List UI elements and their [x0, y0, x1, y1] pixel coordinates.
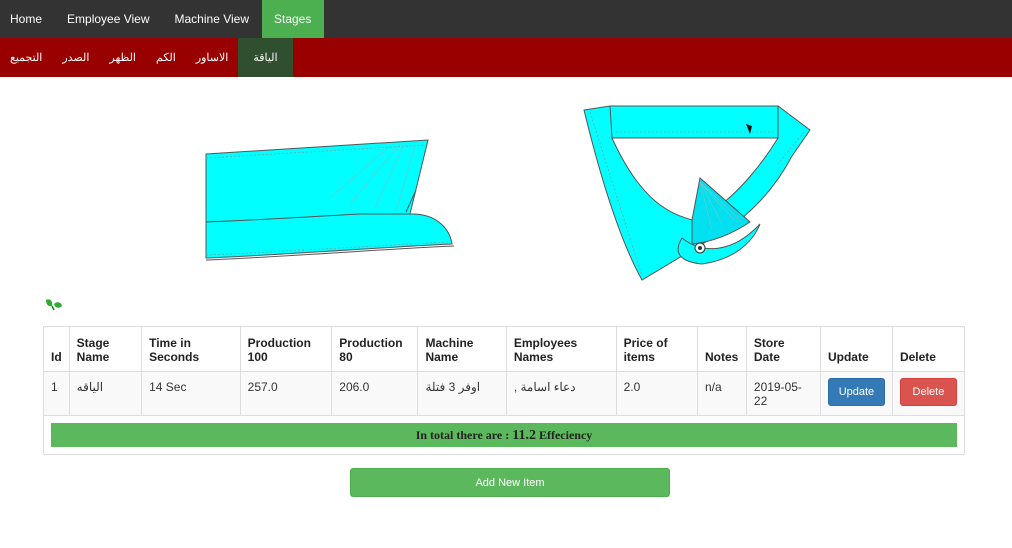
col-time: Time in Seconds — [141, 326, 241, 372]
total-prefix: In total there are : — [415, 428, 510, 442]
green-leaf-icon — [46, 299, 62, 311]
update-button[interactable]: Update — [827, 378, 885, 406]
subnav-item-back[interactable]: الظهر — [99, 38, 146, 77]
collar-illustration — [583, 105, 811, 281]
cell-time: 14 Sec — [141, 371, 241, 416]
subnav-item-sleeve[interactable]: الكم — [146, 38, 186, 77]
col-update: Update — [819, 326, 893, 372]
col-notes: Notes — [696, 326, 747, 372]
nav-home[interactable]: Home — [0, 0, 55, 38]
subnav-item-cuffs[interactable]: الاساور — [186, 38, 239, 77]
cell-notes: n/a — [696, 371, 747, 416]
total-suffix: Effeciency — [538, 428, 593, 442]
cell-employees: دعاء اسامة , — [505, 371, 617, 416]
col-store-date: Store Date — [745, 326, 821, 372]
col-production-80: Production 80 — [331, 326, 419, 372]
total-value: 11.2 — [512, 428, 536, 443]
total-cell: In total there are : 11.2 Effeciency — [43, 415, 965, 455]
col-stage-name: Stage Name — [68, 326, 143, 372]
cell-delete: Delete — [891, 371, 966, 416]
efficiency-total-bar: In total there are : 11.2 Effeciency — [51, 423, 957, 447]
nav-employee-view[interactable]: Employee View — [55, 0, 163, 38]
cell-store-date: 2019-05-22 — [745, 371, 821, 416]
total-row: In total there are : 11.2 Effeciency — [43, 415, 965, 455]
cell-price: 2.0 — [615, 371, 698, 416]
cell-production-80: 206.0 — [331, 371, 419, 416]
delete-button[interactable]: Delete — [899, 378, 957, 406]
cell-update: Update — [819, 371, 893, 416]
col-machine-name: Machine Name — [417, 326, 507, 372]
subnav-item-chest[interactable]: الصدر — [52, 38, 99, 77]
collar-band-illustration — [205, 139, 455, 261]
nav-stages[interactable]: Stages — [261, 0, 324, 38]
subnav-item-assembly[interactable]: التجميع — [0, 38, 52, 77]
cell-production-100: 257.0 — [239, 371, 333, 416]
col-employees: Employees Names — [505, 326, 617, 372]
col-id: Id — [43, 326, 70, 372]
col-delete: Delete — [891, 326, 966, 372]
table-row: 1 الياقه 14 Sec 257.0 206.0 اوفر 3 فتلة … — [43, 371, 966, 416]
cell-id: 1 — [43, 371, 70, 416]
nav-machine-view[interactable]: Machine View — [162, 0, 261, 38]
top-navbar: Home Employee View Machine View Stages — [0, 0, 1012, 38]
cell-machine-name: اوفر 3 فتلة — [417, 371, 507, 416]
cell-stage-name: الياقه — [68, 371, 143, 416]
add-new-item-button[interactable]: Add New Item — [350, 468, 670, 497]
col-price: Price of items — [615, 326, 698, 372]
table-header-row: Id Stage Name Time in Seconds Production… — [43, 326, 966, 372]
stages-table: Id Stage Name Time in Seconds Production… — [43, 326, 966, 455]
col-production-100: Production 100 — [239, 326, 333, 372]
subnav-item-collar[interactable]: الياقة — [238, 38, 293, 77]
stage-subnav: التجميع الصدر الظهر الكم الاساور الياقة — [0, 38, 1012, 77]
